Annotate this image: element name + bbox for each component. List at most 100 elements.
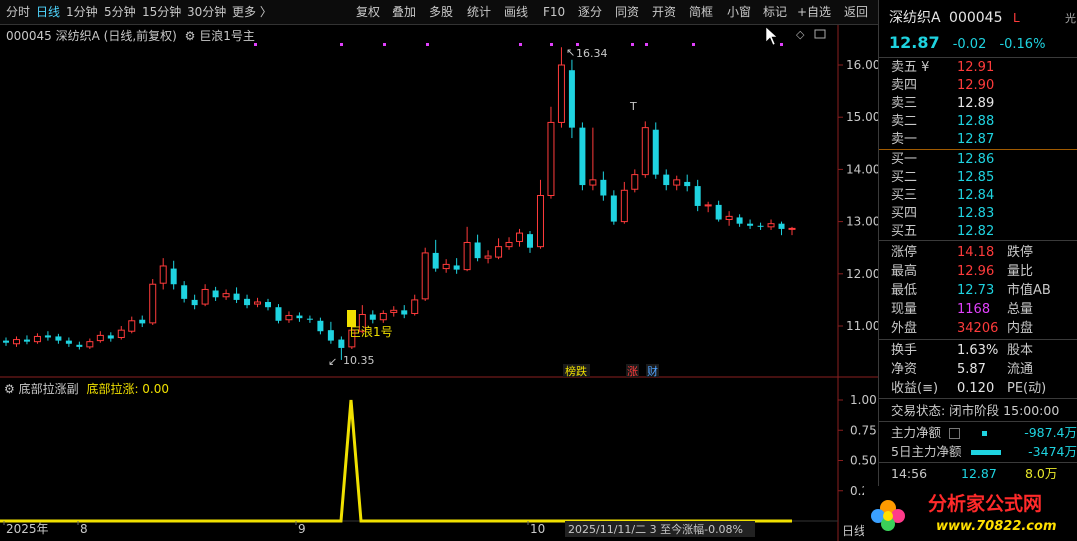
chart-area[interactable]: 16.00 15.00 14.00 13.00 12.00 11.00 1.00 0.75 0… <box>0 25 878 541</box>
ask-label: 卖二 <box>891 114 918 129</box>
candle-body <box>212 290 219 298</box>
price-change: -0.02 <box>952 37 987 52</box>
candle-body <box>159 265 167 284</box>
stat-value: 12.96 <box>957 264 995 279</box>
candle-body <box>86 341 94 348</box>
candle-body <box>306 318 313 320</box>
sub-tick-label: 1.00 <box>850 393 877 407</box>
ask-label: 卖四 <box>891 78 918 93</box>
arrow-low-icon: ↙ <box>328 355 337 368</box>
candle-body <box>694 186 701 206</box>
btn-multi[interactable]: 多股 <box>429 4 453 20</box>
btn-tick[interactable]: 逐分 <box>578 4 602 20</box>
stat-label-2: 总量 <box>1007 302 1034 317</box>
fund-label: 净资 <box>891 362 918 377</box>
five-day-net-row: 5日主力净额 -3474万 <box>891 443 1077 461</box>
sub-indicator-name[interactable]: 底部拉涨副 <box>19 382 79 396</box>
stat-row: 最低 12.73 市值AB <box>891 282 1077 300</box>
badge-up: 涨 <box>627 365 638 378</box>
btn-adjust[interactable]: 复权 <box>356 4 380 20</box>
time-tick-label: 8 <box>80 522 88 536</box>
candle-body <box>715 204 722 220</box>
main-indicator-name[interactable]: 巨浪1号主 <box>199 29 255 43</box>
btn-stats[interactable]: 统计 <box>467 4 491 20</box>
candle-body <box>254 301 262 305</box>
candle-body <box>516 232 524 242</box>
ask-label: 卖三 <box>891 96 918 111</box>
candle-body <box>557 64 565 123</box>
candle-body <box>222 293 230 298</box>
btn-mark[interactable]: 标记 <box>763 4 787 20</box>
stock-code-name: 000045 深纺织A (日线,前复权) <box>6 29 177 43</box>
price-tick-label: 14.00 <box>846 162 878 176</box>
arrow-high-icon: ↖ <box>566 46 575 59</box>
candle-body <box>474 242 481 259</box>
btn-draw[interactable]: 画线 <box>504 4 528 20</box>
candle-body <box>610 195 617 222</box>
btn-same-b[interactable]: 开资 <box>652 4 676 20</box>
fund-row: 收益(≡) 0.120 PE(动) <box>891 380 1077 398</box>
btn-add-watch[interactable]: +自选 <box>797 4 831 20</box>
tick-price: 12.87 <box>961 466 997 481</box>
period-label[interactable]: 日线 <box>842 522 866 539</box>
stat-label-2: 内盘 <box>1007 321 1034 336</box>
bid-price: 12.83 <box>957 206 995 221</box>
candle-body <box>432 252 439 269</box>
stat-label: 外盘 <box>891 321 918 336</box>
tab-15min[interactable]: 15分钟 <box>142 4 181 20</box>
candle-body <box>244 298 251 306</box>
tab-daily[interactable]: 日线 <box>36 4 60 20</box>
ask-row: 卖三 12.89 <box>891 95 1077 113</box>
bid-price: 12.86 <box>957 152 995 167</box>
btn-same-a[interactable]: 同资 <box>615 4 639 20</box>
fund-row: 换手 1.63% 股本 <box>891 342 1077 360</box>
stat-value: 34206 <box>957 321 999 336</box>
last-price: 12.87 <box>889 33 940 52</box>
mouse-cursor-icon <box>765 26 778 46</box>
tab-more[interactable]: 更多 〉 <box>232 4 272 20</box>
btn-simple[interactable]: 简框 <box>689 4 713 20</box>
candle-body <box>620 189 628 223</box>
sub-indicator-line <box>0 399 792 523</box>
ask-row: 卖五 ¥ 12.91 <box>891 59 1077 77</box>
time-axis: 2025年 8 9 10 <box>3 521 545 536</box>
fund-label-2: PE(动) <box>1007 381 1047 396</box>
tab-30min[interactable]: 30分钟 <box>187 4 226 20</box>
candle-body <box>442 263 450 270</box>
candle-body <box>128 320 136 332</box>
t-mark: T <box>629 100 637 113</box>
trade-status: 交易状态: 闭市阶段 15:00:00 <box>891 403 1060 418</box>
btn-overlay[interactable]: 叠加 <box>392 4 416 20</box>
candle-body <box>600 179 607 196</box>
bid-label: 买三 <box>891 188 918 203</box>
bid-row: 买三 12.84 <box>891 187 1077 205</box>
chart-title: 000045 深纺织A (日线,前复权) ⚙ 巨浪1号主 <box>6 27 255 44</box>
btn-back[interactable]: 返回 <box>844 4 868 20</box>
candle-body <box>589 179 597 186</box>
candle-body <box>139 319 146 324</box>
tab-5min[interactable]: 5分钟 <box>104 4 136 20</box>
restore-icon <box>814 29 826 39</box>
sub-indicator-polyline <box>0 399 792 523</box>
candle-body <box>684 181 691 187</box>
stat-label: 最低 <box>891 283 918 298</box>
candle-body <box>463 241 471 271</box>
stat-row: 外盘 34206 内盘 <box>891 320 1077 338</box>
candle-body <box>233 293 240 300</box>
tab-intraday[interactable]: 分时 <box>6 4 30 20</box>
candle-body <box>275 307 282 321</box>
candle-body <box>631 174 639 190</box>
info-icon[interactable] <box>949 428 960 439</box>
bid-price: 12.85 <box>957 170 995 185</box>
sub-gear-icon[interactable]: ⚙ <box>4 382 15 396</box>
btn-mini[interactable]: 小窗 <box>727 4 751 20</box>
price-tick-label: 13.00 <box>846 215 878 229</box>
tab-1min[interactable]: 1分钟 <box>66 4 98 20</box>
indicator-gear-icon[interactable]: ⚙ <box>185 29 196 43</box>
stock-header: 深纺织A 000045 L <box>889 9 1020 27</box>
candle-body <box>201 288 209 305</box>
candle-body <box>23 339 30 342</box>
candle-body <box>495 246 503 258</box>
btn-f10[interactable]: F10 <box>543 4 565 20</box>
price-axis: 16.00 15.00 14.00 13.00 12.00 11.00 <box>838 58 878 333</box>
